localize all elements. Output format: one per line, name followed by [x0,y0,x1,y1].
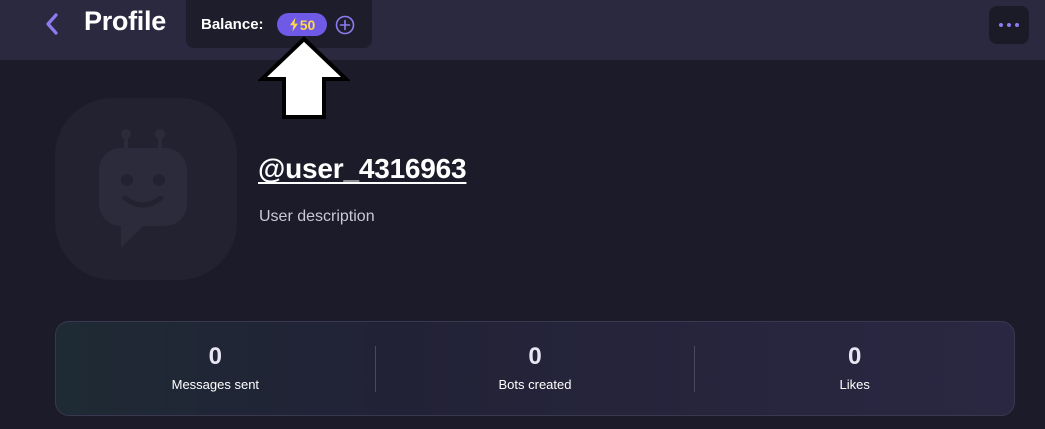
lightning-icon [289,17,298,32]
stat-label: Messages sent [171,377,260,392]
more-dots-icon [999,23,1003,27]
more-dot [1015,23,1019,27]
add-balance-button[interactable] [334,14,356,36]
stat-value: 0 [848,343,862,370]
user-description: User description [259,208,375,225]
avatar [55,98,237,280]
stat-label: Likes [839,377,870,392]
pointer-arrow-annotation [258,36,350,119]
plus-circle-icon [335,15,355,35]
more-dot [1007,23,1011,27]
stat-value: 0 [208,343,223,370]
page-title: Profile [84,6,166,36]
back-button[interactable] [38,10,66,38]
balance-badge[interactable]: 50 [277,13,327,36]
more-options-button[interactable] [989,6,1029,44]
balance-value: 50 [299,16,316,33]
profile-page: Profile Balance: 50 @user_4316963 User d… [0,0,1045,429]
stats-card: 0 Messages sent 0 Bots created 0 Likes [55,321,1015,416]
stat-bots-created: 0 Bots created [376,322,695,415]
stat-messages-sent: 0 Messages sent [56,322,375,415]
stat-likes: 0 Likes [695,322,1014,415]
username-link[interactable]: @user_4316963 [258,153,467,185]
chevron-left-icon [46,13,58,35]
stat-label: Bots created [498,377,572,392]
top-header: Profile Balance: 50 [0,0,1045,60]
stat-value: 0 [528,343,542,370]
balance-label: Balance: [201,16,264,33]
